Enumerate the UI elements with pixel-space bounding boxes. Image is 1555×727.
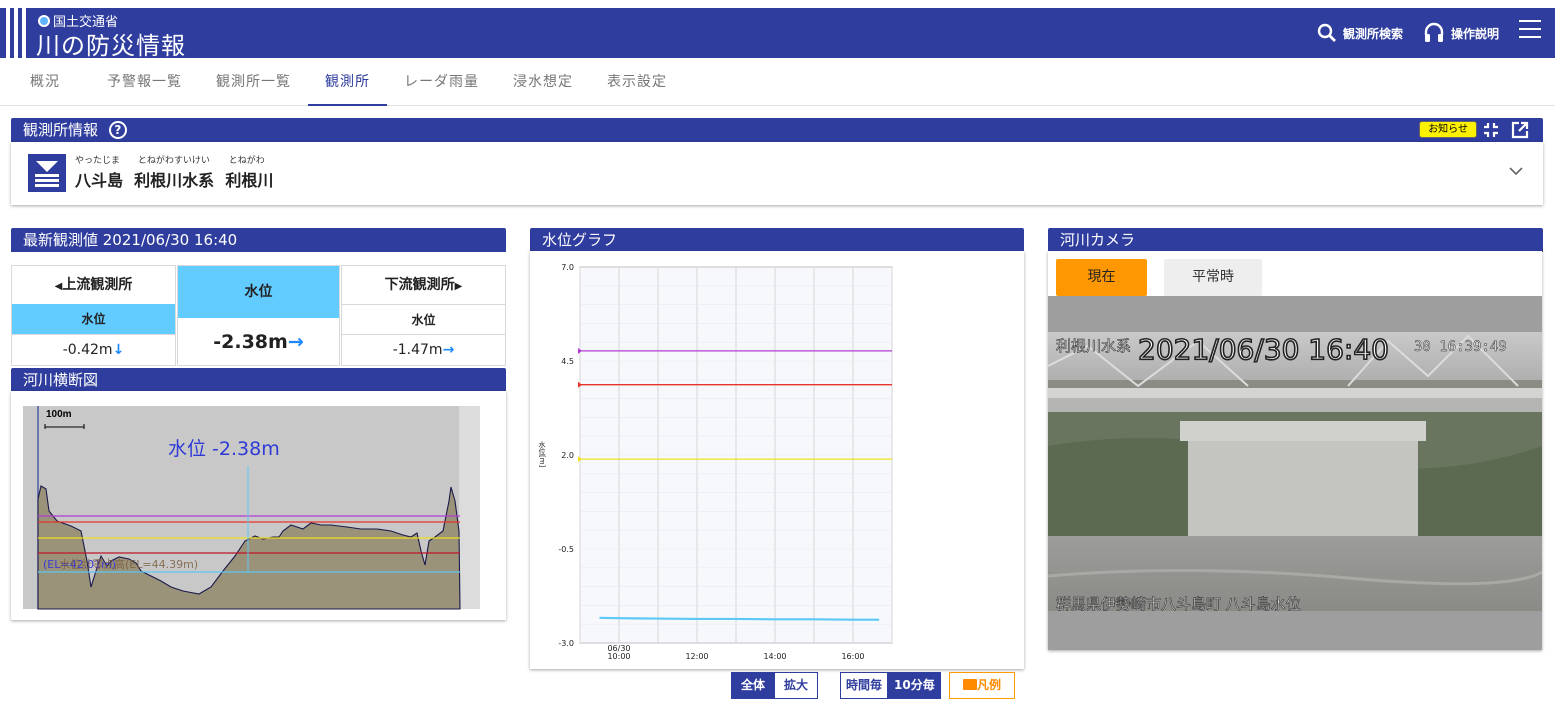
tab-flood-map[interactable]: 浸水想定 — [496, 58, 590, 105]
header-stripes — [6, 8, 26, 58]
camera-tab-normal[interactable]: 平常時 — [1164, 259, 1262, 296]
upstream-station-column[interactable]: ◀上流観測所 水位 -0.42m↓ — [11, 265, 176, 366]
chevron-down-icon[interactable] — [1509, 166, 1523, 176]
latest-observation-grid: ◀上流観測所 水位 -0.42m↓ 水位 -2.38m→ 下流観測所▶ 水位 -… — [11, 265, 506, 366]
help-button[interactable]: 操作説明 — [1423, 22, 1499, 44]
tab-radar-rain[interactable]: レーダ雨量 — [387, 58, 496, 105]
ten-minute-button[interactable]: 10分毎 — [888, 672, 941, 699]
hourly-button[interactable]: 時間毎 — [840, 672, 889, 699]
y-tick-label: 2.0 — [561, 451, 574, 460]
interval-toggle: 時間毎 10分毎 — [840, 672, 941, 699]
tab-warnings[interactable]: 予警報一覧 — [90, 58, 199, 105]
upstream-metric-label: 水位 — [12, 304, 175, 334]
station-ruby: やったじま とねがわすいけい とねがわ — [75, 156, 265, 166]
zoom-button[interactable]: 拡大 — [775, 672, 819, 699]
station-info-header: 観測所情報 ? お知らせ — [11, 118, 1543, 142]
x-tick-label: 10:00 — [607, 652, 630, 661]
ministry-logo-icon — [38, 14, 50, 27]
y-tick-label: -3.0 — [558, 639, 574, 648]
downstream-metric-label: 水位 — [342, 304, 505, 334]
headset-icon — [1424, 22, 1444, 42]
x-tick-label: 14:00 — [763, 652, 786, 661]
scale-label: 100m — [46, 409, 72, 420]
arrow-right-icon: → — [287, 331, 304, 353]
range-toggle: 全体 拡大 — [731, 672, 819, 699]
current-value: -2.38m→ — [213, 331, 304, 353]
tab-station[interactable]: 観測所 — [308, 58, 387, 106]
station-name: 八斗島 利根川水系 利根川 — [75, 171, 274, 190]
y-tick-label: -0.5 — [558, 545, 574, 554]
cross-section-diagram: 100m 水位 -2.38m (EL=42.01m) 水位計零点高(EL=44.… — [23, 406, 480, 610]
river-camera-panel: 現在 平常時 利根川水系 30 16:39:49 2021/06/30 16:4… — [1048, 251, 1542, 650]
camera-header: 河川カメラ — [1048, 228, 1543, 252]
y-tick-label: 4.5 — [561, 357, 574, 366]
water-level-graph-panel[interactable]: 7.0 4.5 2.0 -0.5 -3.0 06/30 10:00 12:00 14:00 16:… — [530, 251, 1024, 669]
full-range-button[interactable]: 全体 — [731, 672, 776, 699]
latest-observation-header: 最新観測値 2021/06/30 16:40 — [11, 228, 506, 252]
arrow-right-icon: → — [442, 342, 455, 358]
arrow-down-icon: ↓ — [112, 342, 125, 358]
upstream-station-link[interactable]: ◀上流観測所 — [12, 266, 175, 304]
hamburger-menu-icon[interactable] — [1519, 20, 1541, 38]
search-icon — [1317, 23, 1336, 42]
camera-timestamp: 2021/06/30 16:40 — [1138, 333, 1389, 366]
water-level-station-icon — [28, 154, 66, 192]
downstream-station-column[interactable]: 下流観測所▶ 水位 -1.47m→ — [341, 265, 506, 366]
water-level-label: 水位 -2.38m — [168, 438, 280, 460]
cross-section-header: 河川横断図 — [11, 368, 506, 392]
bridge-pier — [1188, 441, 1418, 541]
tab-station-list[interactable]: 観測所一覧 — [199, 58, 308, 105]
notice-button[interactable]: お知らせ — [1419, 121, 1477, 138]
graph-header: 水位グラフ — [530, 228, 1024, 252]
y-tick-label: 7.0 — [561, 263, 574, 272]
camera-tab-now[interactable]: 現在 — [1056, 259, 1147, 296]
x-tick-label: 12:00 — [685, 652, 708, 661]
app-title[interactable]: 川の防災情報 — [36, 26, 186, 61]
camera-overlay-top-left: 利根川水系 — [1056, 337, 1131, 355]
camera-location-label: 群馬県伊勢崎市八斗島町 八斗島水位 — [1056, 595, 1301, 613]
camera-image[interactable]: 利根川水系 30 16:39:49 2021/06/30 16:40 群馬県伊勢… — [1048, 296, 1542, 650]
book-icon — [962, 679, 977, 690]
collapse-icon[interactable] — [1482, 121, 1500, 139]
app-header: 国土交通省 川の防災情報 観測所検索 操作説明 — [0, 8, 1555, 61]
tab-overview[interactable]: 概況 — [0, 58, 90, 105]
help-circle-icon[interactable]: ? — [108, 120, 127, 139]
open-external-icon[interactable] — [1511, 121, 1529, 139]
cross-section-panel[interactable]: 100m 水位 -2.38m (EL=42.01m) 水位計零点高(EL=44.… — [11, 391, 506, 620]
y-axis-label: 水位[m] — [538, 440, 546, 467]
current-metric-label: 水位 — [178, 266, 339, 318]
camera-overlay-top-right: 30 16:39:49 — [1414, 339, 1507, 355]
current-level-column: 水位 -2.38m→ — [177, 265, 340, 366]
upstream-value: -0.42m↓ — [12, 334, 175, 365]
downstream-value: -1.47m→ — [342, 334, 505, 365]
tab-display-settings[interactable]: 表示設定 — [590, 58, 684, 105]
zero-point-label: 水位計零点高(EL=44.39m) — [59, 557, 198, 571]
legend-button[interactable]: 凡例 — [949, 672, 1015, 699]
nav-tabs: 概況 予警報一覧 観測所一覧 観測所 レーダ雨量 浸水想定 表示設定 — [0, 58, 1555, 106]
camera-scene: 利根川水系 30 16:39:49 2021/06/30 16:40 群馬県伊勢… — [1048, 296, 1542, 650]
station-search-button[interactable]: 観測所検索 — [1317, 23, 1403, 43]
x-tick-label: 16:00 — [841, 652, 864, 661]
station-info-panel[interactable]: やったじま とねがわすいけい とねがわ 八斗島 利根川水系 利根川 — [11, 142, 1543, 205]
water-level-chart: 7.04.52.0-0.5-3.006/3010:00 12:00 14:00 16:… — [538, 263, 893, 661]
downstream-station-link[interactable]: 下流観測所▶ — [342, 266, 505, 304]
